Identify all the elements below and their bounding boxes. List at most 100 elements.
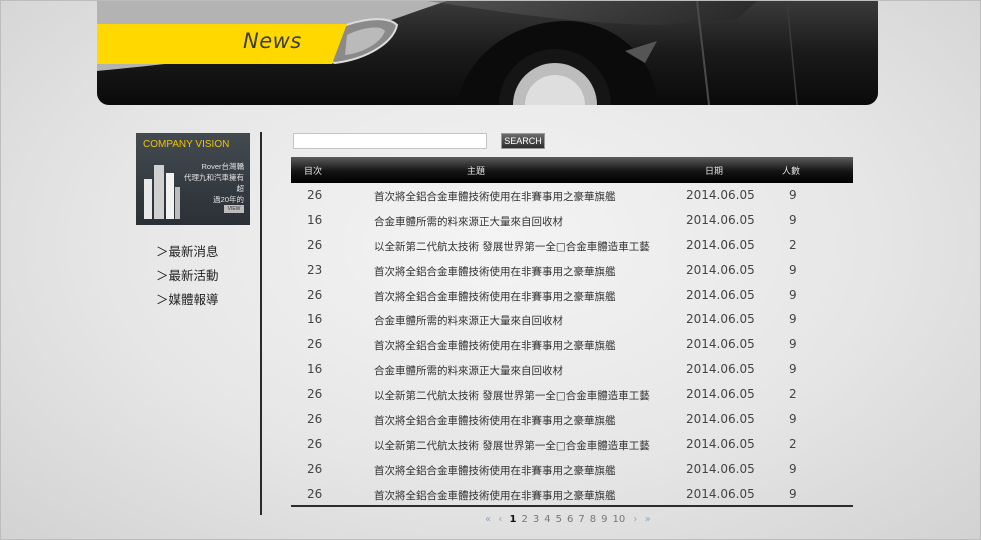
row-number: 26 [307, 237, 323, 252]
page-link[interactable]: 8 [590, 514, 596, 525]
row-view-count: 9 [789, 188, 797, 202]
row-date: 2014.06.05 [686, 387, 755, 402]
row-number: 26 [307, 188, 323, 202]
row-subject-link[interactable]: 首次將全鋁合金車體技術使用在非賽事用之豪華旗艦 [374, 289, 616, 304]
vision-text-line: 代理九和汽車擁有超 [184, 173, 244, 193]
row-subject-link[interactable]: 首次將全鋁合金車體技術使用在非賽事用之豪華旗艦 [374, 463, 616, 478]
row-date: 2014.06.05 [686, 237, 755, 252]
first-page-link[interactable]: « [485, 514, 491, 525]
row-number: 26 [307, 461, 323, 476]
page-link[interactable]: 7 [578, 514, 584, 525]
last-page-link[interactable]: » [645, 514, 651, 525]
table-row[interactable]: 16 合金車體所需的料來源正大量來自回收材 2014.06.05 9 [291, 307, 853, 332]
page-link[interactable]: 5 [556, 514, 562, 525]
table-row[interactable]: 26 以全新第二代航太技術 發展世界第一全□合金車體造車工藝 2014.06.05 2 [291, 382, 853, 407]
row-date: 2014.06.05 [686, 287, 755, 302]
row-view-count: 2 [789, 436, 797, 451]
row-subject-link[interactable]: 合金車體所需的料來源正大量來自回收材 [374, 214, 563, 229]
sidebar-item-latest-news[interactable]: ＞最新消息 [156, 243, 219, 267]
row-view-count: 9 [789, 212, 797, 227]
banner-yellow-tag [97, 24, 347, 64]
row-subject-link[interactable]: 以全新第二代航太技術 發展世界第一全□合金車體造車工藝 [374, 388, 650, 403]
row-view-count: 9 [789, 461, 797, 476]
row-number: 26 [307, 412, 323, 427]
table-row[interactable]: 26 以全新第二代航太技術 發展世界第一全□合金車體造車工藝 2014.06.05 2 [291, 432, 853, 457]
row-date: 2014.06.05 [686, 436, 755, 451]
row-view-count: 2 [789, 237, 797, 252]
news-banner: News [97, 1, 878, 105]
page-link[interactable]: 1 [510, 514, 517, 525]
row-number: 26 [307, 387, 323, 402]
page-number-list: 1 2 3 4 5 6 7 8 9 10 [510, 514, 631, 525]
page-link[interactable]: 3 [533, 514, 539, 525]
column-header-subject: 主題 [467, 167, 486, 177]
search-input[interactable] [293, 133, 487, 149]
row-subject-link[interactable]: 合金車體所需的料來源正大量來自回收材 [374, 363, 563, 378]
page-link[interactable]: 4 [544, 514, 550, 525]
next-page-link[interactable]: › [633, 514, 637, 525]
pagination: « ‹ 1 2 3 4 5 6 7 8 9 10 › » [485, 514, 655, 525]
row-view-count: 9 [789, 337, 797, 352]
row-number: 26 [307, 287, 323, 302]
table-row[interactable]: 26 首次將全鋁合金車體技術使用在非賽事用之豪華旗艦 2014.06.05 9 [291, 407, 853, 432]
row-subject-link[interactable]: 合金車體所需的料來源正大量來自回收材 [374, 313, 563, 328]
row-view-count: 9 [789, 287, 797, 302]
row-number: 26 [307, 486, 323, 501]
prev-page-link[interactable]: ‹ [498, 514, 502, 525]
search-button[interactable]: SEARCH [501, 133, 545, 149]
row-view-count: 9 [789, 312, 797, 327]
table-row[interactable]: 26 首次將全鋁合金車體技術使用在非賽事用之豪華旗艦 2014.06.05 9 [291, 283, 853, 308]
row-date: 2014.06.05 [686, 362, 755, 377]
page-link[interactable]: 10 [612, 514, 625, 525]
table-row[interactable]: 16 合金車體所需的料來源正大量來自回收材 2014.06.05 9 [291, 357, 853, 382]
view-button[interactable]: VIEW [224, 205, 244, 213]
table-row[interactable]: 23 首次將全鋁合金車體技術使用在非賽事用之豪華旗艦 2014.06.05 9 [291, 258, 853, 283]
table-row[interactable]: 16 合金車體所需的料來源正大量來自回收材 2014.06.05 9 [291, 208, 853, 233]
row-subject-link[interactable]: 以全新第二代航太技術 發展世界第一全□合金車體造車工藝 [374, 438, 650, 453]
row-subject-link[interactable]: 首次將全鋁合金車體技術使用在非賽事用之豪華旗艦 [374, 488, 616, 503]
vision-text: Rover台灣轎 代理九和汽車擁有超 過20年的 [178, 161, 244, 205]
row-date: 2014.06.05 [686, 486, 755, 501]
row-date: 2014.06.05 [686, 312, 755, 327]
row-date: 2014.06.05 [686, 212, 755, 227]
row-date: 2014.06.05 [686, 188, 755, 202]
row-date: 2014.06.05 [686, 461, 755, 476]
page-link[interactable]: 9 [601, 514, 607, 525]
page-title: News [243, 29, 302, 53]
row-subject-link[interactable]: 首次將全鋁合金車體技術使用在非賽事用之豪華旗艦 [374, 338, 616, 353]
table-row[interactable]: 26 首次將全鋁合金車體技術使用在非賽事用之豪華旗艦 2014.06.05 9 [291, 482, 853, 507]
row-number: 26 [307, 337, 323, 352]
table-bottom-rule [291, 505, 853, 507]
table-row[interactable]: 26 首次將全鋁合金車體技術使用在非賽事用之豪華旗艦 2014.06.05 9 [291, 183, 853, 208]
row-view-count: 9 [789, 362, 797, 377]
row-subject-link[interactable]: 首次將全鋁合金車體技術使用在非賽事用之豪華旗艦 [374, 264, 616, 279]
table-row[interactable]: 26 首次將全鋁合金車體技術使用在非賽事用之豪華旗艦 2014.06.05 9 [291, 457, 853, 482]
row-number: 16 [307, 212, 323, 227]
row-view-count: 9 [789, 412, 797, 427]
page-link[interactable]: 2 [521, 514, 527, 525]
vertical-divider [260, 132, 262, 515]
building-icon [144, 165, 180, 219]
row-date: 2014.06.05 [686, 262, 755, 277]
row-subject-link[interactable]: 以全新第二代航太技術 發展世界第一全□合金車體造車工藝 [374, 239, 650, 254]
row-number: 26 [307, 436, 323, 451]
sidebar-item-media-reports[interactable]: ＞媒體報導 [156, 291, 219, 315]
sidebar-item-latest-events[interactable]: ＞最新活動 [156, 267, 219, 291]
row-subject-link[interactable]: 首次將全鋁合金車體技術使用在非賽事用之豪華旗艦 [374, 189, 616, 204]
row-number: 16 [307, 312, 323, 327]
row-date: 2014.06.05 [686, 337, 755, 352]
vision-text-line: 過20年的 [213, 195, 244, 204]
table-row[interactable]: 26 首次將全鋁合金車體技術使用在非賽事用之豪華旗艦 2014.06.05 9 [291, 332, 853, 357]
news-table-body: 26 首次將全鋁合金車體技術使用在非賽事用之豪華旗艦 2014.06.05 9 16 合金… [291, 183, 853, 507]
vision-title: COMPANY VISION [143, 139, 230, 150]
table-row[interactable]: 26 以全新第二代航太技術 發展世界第一全□合金車體造車工藝 2014.06.05 2 [291, 233, 853, 258]
row-number: 23 [307, 262, 323, 277]
sidebar-nav: ＞最新消息 ＞最新活動 ＞媒體報導 [156, 243, 219, 315]
page-link[interactable]: 6 [567, 514, 573, 525]
row-subject-link[interactable]: 首次將全鋁合金車體技術使用在非賽事用之豪華旗艦 [374, 413, 616, 428]
row-date: 2014.06.05 [686, 412, 755, 427]
row-view-count: 9 [789, 262, 797, 277]
row-view-count: 2 [789, 387, 797, 402]
company-vision-card[interactable]: COMPANY VISION Rover台灣轎 代理九和汽車擁有超 過20年的 … [136, 133, 250, 225]
vision-text-line: Rover台灣轎 [201, 162, 244, 171]
